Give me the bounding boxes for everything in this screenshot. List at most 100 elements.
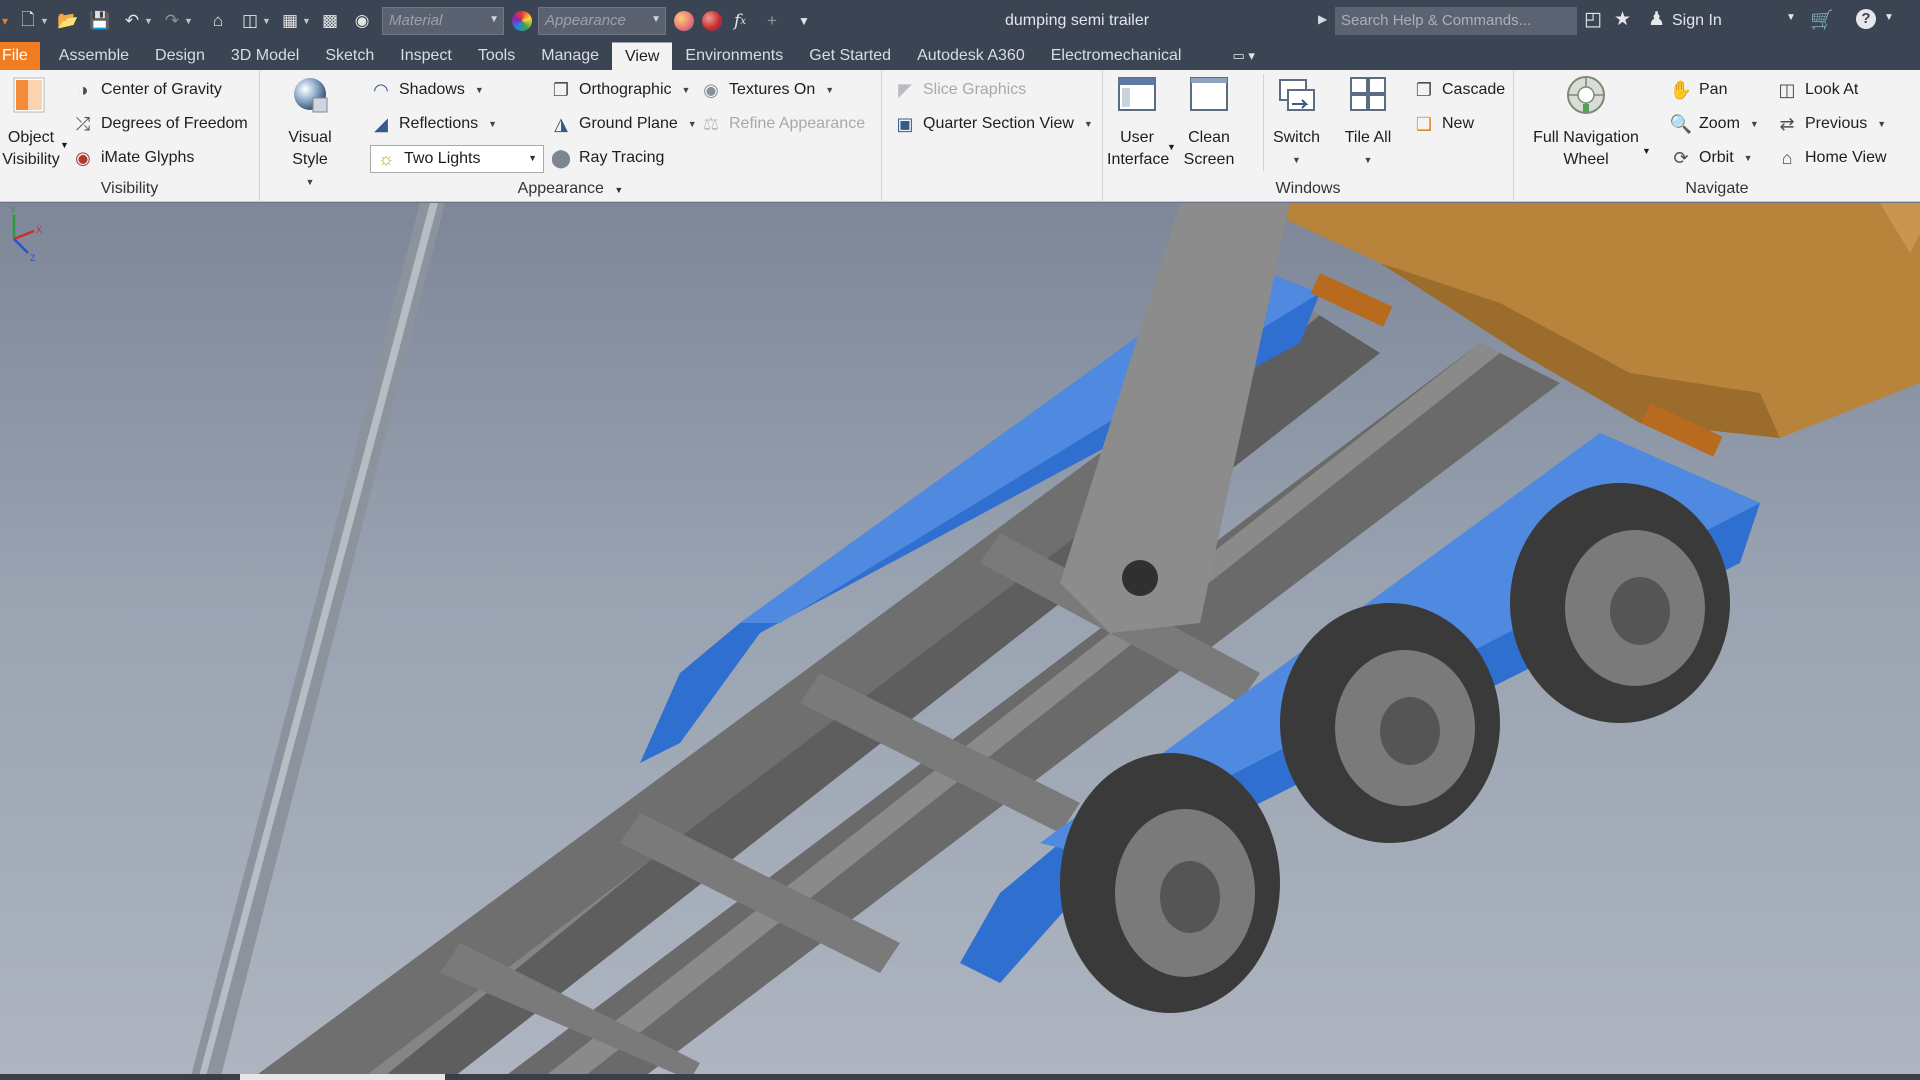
look-at-button[interactable]: ◫ Look At (1776, 76, 1858, 104)
pan-hand-icon: ✋ (1669, 79, 1693, 100)
tab-design[interactable]: Design (142, 42, 218, 70)
orthographic-button[interactable]: ❐ Orthographic ▼ (550, 76, 691, 104)
previous-view-button[interactable]: ⇄ Previous ▼ (1776, 110, 1886, 138)
favorites-star-icon[interactable]: ★ (1614, 8, 1631, 31)
tab-manage[interactable]: Manage (528, 42, 612, 70)
help-icon[interactable]: ? (1856, 9, 1876, 29)
help-dropdown-icon[interactable]: ▼ (1884, 12, 1894, 23)
center-of-gravity-toggle[interactable]: ◑ Center of Gravity (72, 76, 222, 104)
tab-autodesk-a360[interactable]: Autodesk A360 (904, 42, 1038, 70)
lighting-style-select[interactable]: ☼ Two Lights ▼ (370, 145, 544, 173)
ribbon-display-options-icon[interactable]: ▭ ▾ (1222, 42, 1264, 70)
adjust-appearance-icon[interactable] (674, 11, 694, 31)
home-icon[interactable]: ⌂ (204, 7, 232, 35)
hydraulic-cylinder-highlight (198, 203, 438, 1080)
add-icon[interactable]: + (758, 7, 786, 35)
panel-section: ◤ Slice Graphics ▣ Quarter Section View … (882, 70, 1102, 202)
switch-button[interactable]: Switch ▼ (1263, 74, 1329, 171)
home-view-icon: ⌂ (1781, 147, 1793, 168)
user-interface-icon (1118, 77, 1156, 111)
open-file-icon[interactable]: 📂 (54, 7, 82, 35)
app-menu-icon[interactable]: ▾ (0, 7, 10, 35)
tab-electromechanical[interactable]: Electromechanical (1038, 42, 1195, 70)
ray-tracing-button[interactable]: ⬤ Ray Tracing (550, 144, 664, 172)
user-interface-button[interactable]: User Interface (1107, 74, 1169, 171)
clean-screen-button[interactable]: Clean Screen (1179, 74, 1239, 171)
measure-icon[interactable]: ▦ (276, 7, 304, 35)
imate-glyphs-toggle[interactable]: ◉ iMate Glyphs (72, 144, 194, 172)
degrees-of-freedom-toggle[interactable]: ⤮ Degrees of Freedom (72, 110, 248, 138)
parameters-icon[interactable]: fx (726, 7, 754, 35)
reflections-label: Reflections (399, 115, 479, 132)
document-title: dumping semi trailer (1005, 12, 1150, 29)
panel-navigate: Full Navigation Wheel ▼ ✋ Pan 🔍 Zoom ▼ ⟳… (1514, 70, 1920, 202)
switch-label: Switch (1272, 129, 1321, 146)
look-at-icon: ◫ (1778, 79, 1796, 100)
color-wheel-icon[interactable] (512, 11, 532, 31)
graphics-viewport[interactable]: Y X Z (0, 203, 1920, 1080)
customize-qat-icon[interactable]: ▼ (790, 7, 818, 35)
save-icon[interactable]: 💾 (86, 7, 114, 35)
orbit-button[interactable]: ⟳ Orbit ▼ (1670, 144, 1752, 172)
appearance-combo[interactable]: Appearance ▼ (538, 7, 666, 35)
ground-plane-button[interactable]: ◮ Ground Plane ▼ (550, 110, 697, 138)
visual-style-button[interactable]: Visual Style ▼ (270, 74, 350, 193)
zoom-icon: 🔍 (1669, 113, 1693, 134)
center-of-gravity-label: Center of Gravity (101, 81, 222, 98)
tab-inspect[interactable]: Inspect (387, 42, 465, 70)
user-icon[interactable]: ♟ (1648, 8, 1665, 31)
full-navigation-wheel-label-2: Wheel (1563, 151, 1609, 168)
user-interface-dropdown-icon[interactable]: ▼ (1167, 142, 1176, 152)
document-tab[interactable] (240, 1074, 445, 1080)
tab-tools[interactable]: Tools (465, 42, 528, 70)
shadows-button[interactable]: ◠ Shadows ▼ (370, 76, 484, 104)
search-expand-icon[interactable]: ▶ (1318, 12, 1327, 26)
tab-3d-model[interactable]: 3D Model (218, 42, 312, 70)
object-visibility-button[interactable]: Object Visibility (0, 74, 62, 171)
panel-title-visibility: Visibility (100, 180, 159, 197)
measure-dropdown-icon[interactable]: ▼ (302, 16, 312, 26)
redo-icon[interactable]: ↷ (158, 7, 186, 35)
new-dropdown-icon[interactable]: ▼ (40, 16, 50, 26)
tile-all-button[interactable]: Tile All ▼ (1335, 74, 1401, 171)
object-visibility-icon (13, 77, 45, 113)
full-navigation-wheel-button[interactable]: Full Navigation Wheel (1522, 74, 1650, 171)
tab-environments[interactable]: Environments (672, 42, 796, 70)
sign-in-dropdown-icon[interactable]: ▼ (1786, 12, 1796, 23)
cart-icon[interactable]: 🛒 (1810, 8, 1834, 32)
object-visibility-dropdown-icon[interactable]: ▼ (60, 140, 69, 150)
new-window-icon: ❑ (1415, 113, 1433, 134)
tab-file[interactable]: File (0, 42, 40, 70)
tab-view[interactable]: View (612, 42, 673, 70)
globe-icon[interactable]: ◉ (348, 7, 376, 35)
tab-get-started[interactable]: Get Started (796, 42, 904, 70)
undo-icon[interactable]: ↶ (118, 7, 146, 35)
clear-appearance-icon[interactable] (702, 11, 722, 31)
zoom-button[interactable]: 🔍 Zoom ▼ (1670, 110, 1759, 138)
panel-title-appearance[interactable]: Appearance ▼ (260, 178, 881, 200)
new-file-icon[interactable]: 🗋 (14, 7, 42, 35)
refine-appearance-button[interactable]: ⚖ Refine Appearance (700, 110, 865, 138)
wheel (1510, 483, 1730, 723)
binoculars-icon[interactable]: ◰ (1584, 8, 1602, 31)
cascade-button[interactable]: ❐ Cascade (1413, 76, 1505, 104)
tab-sketch[interactable]: Sketch (312, 42, 387, 70)
new-window-button[interactable]: ❑ New (1413, 110, 1474, 138)
tab-assemble[interactable]: Assemble (46, 42, 142, 70)
update-dropdown-icon[interactable]: ▼ (262, 16, 272, 26)
home-view-button[interactable]: ⌂ Home View (1776, 144, 1887, 172)
slice-graphics-button[interactable]: ◤ Slice Graphics (894, 76, 1026, 104)
navigation-wheel-dropdown-icon[interactable]: ▼ (1642, 146, 1651, 156)
redo-dropdown-icon[interactable]: ▼ (184, 16, 194, 26)
pan-button[interactable]: ✋ Pan (1669, 76, 1728, 104)
search-help-input[interactable]: Search Help & Commands... (1335, 7, 1577, 35)
undo-dropdown-icon[interactable]: ▼ (144, 16, 154, 26)
textures-on-button[interactable]: ◉ Textures On ▼ (700, 76, 834, 104)
quarter-section-view-button[interactable]: ▣ Quarter Section View ▼ (894, 110, 1092, 138)
material-combo[interactable]: Material ▼ (382, 7, 504, 35)
select-icon[interactable]: ▩ (316, 7, 344, 35)
reflections-button[interactable]: ◢ Reflections ▼ (370, 110, 497, 138)
update-icon[interactable]: ◫ (236, 7, 264, 35)
sign-in-link[interactable]: Sign In (1672, 0, 1722, 42)
view-cube-triad[interactable]: Y X Z (0, 203, 50, 263)
